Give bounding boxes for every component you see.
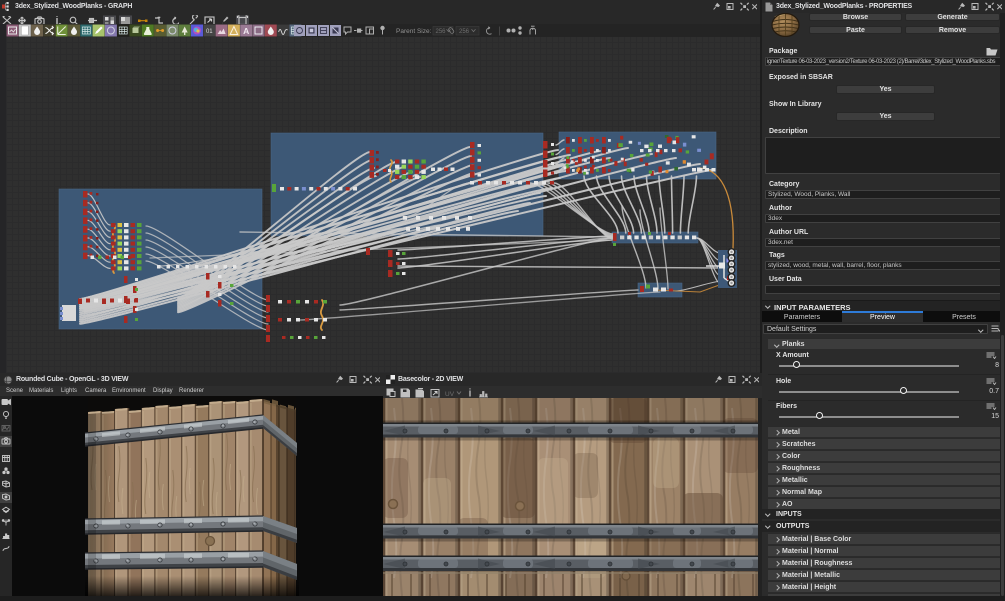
- svg-text:01: 01: [206, 29, 213, 35]
- svg-text:256: 256: [459, 29, 470, 35]
- svg-text:UV: UV: [445, 391, 455, 398]
- svg-text:A: A: [243, 26, 249, 36]
- svg-text:256: 256: [436, 29, 447, 35]
- svg-text:Parent Size:: Parent Size:: [396, 28, 432, 35]
